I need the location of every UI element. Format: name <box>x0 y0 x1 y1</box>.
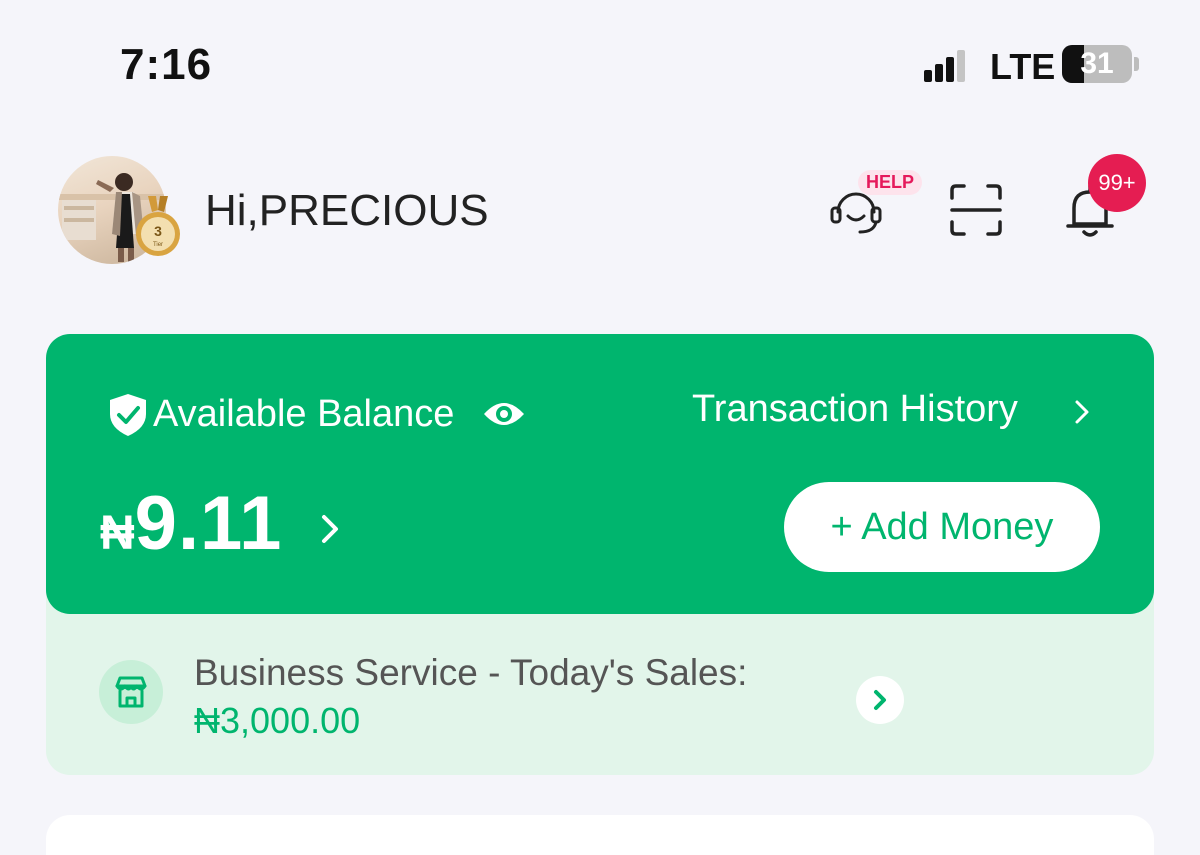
status-bar: 7:16 LTE 31 <box>0 0 1200 130</box>
scan-icon[interactable] <box>946 180 1006 240</box>
greeting: Hi,PRECIOUS <box>205 186 489 235</box>
network-type: LTE <box>990 46 1056 87</box>
tier-caption: Tier <box>153 242 163 248</box>
balance-chevron-right-icon[interactable] <box>318 512 342 546</box>
eye-icon[interactable] <box>482 396 526 432</box>
todays-sales-amount: ₦3,000.00 <box>194 700 361 741</box>
available-balance-label: Available Balance <box>153 393 455 435</box>
store-icon <box>99 660 163 724</box>
next-card <box>46 815 1154 855</box>
battery-icon: 31 <box>1062 45 1132 83</box>
balance-amount[interactable]: ₦9.11 <box>100 480 282 567</box>
tier-medal-icon: 3 Tier <box>134 196 182 260</box>
status-time: 7:16 <box>120 40 213 89</box>
balance-card <box>46 334 1154 614</box>
shield-check-icon <box>106 392 150 438</box>
business-service-chevron-icon[interactable] <box>856 676 904 724</box>
business-service-label: Business Service - Today's Sales: <box>194 652 748 693</box>
battery-tip <box>1134 57 1139 71</box>
help-tag[interactable]: HELP <box>858 170 923 195</box>
chevron-right-icon[interactable] <box>1072 398 1092 426</box>
signal-icon <box>924 50 966 82</box>
transaction-history-link[interactable]: Transaction History <box>692 388 1018 431</box>
currency-symbol: ₦ <box>100 507 135 560</box>
balance-value: 9.11 <box>134 481 283 566</box>
tier-number: 3 <box>154 223 162 239</box>
notification-count-badge[interactable]: 99+ <box>1088 154 1146 212</box>
add-money-button[interactable]: + Add Money <box>784 482 1100 572</box>
battery-percent: 31 <box>1080 47 1114 80</box>
